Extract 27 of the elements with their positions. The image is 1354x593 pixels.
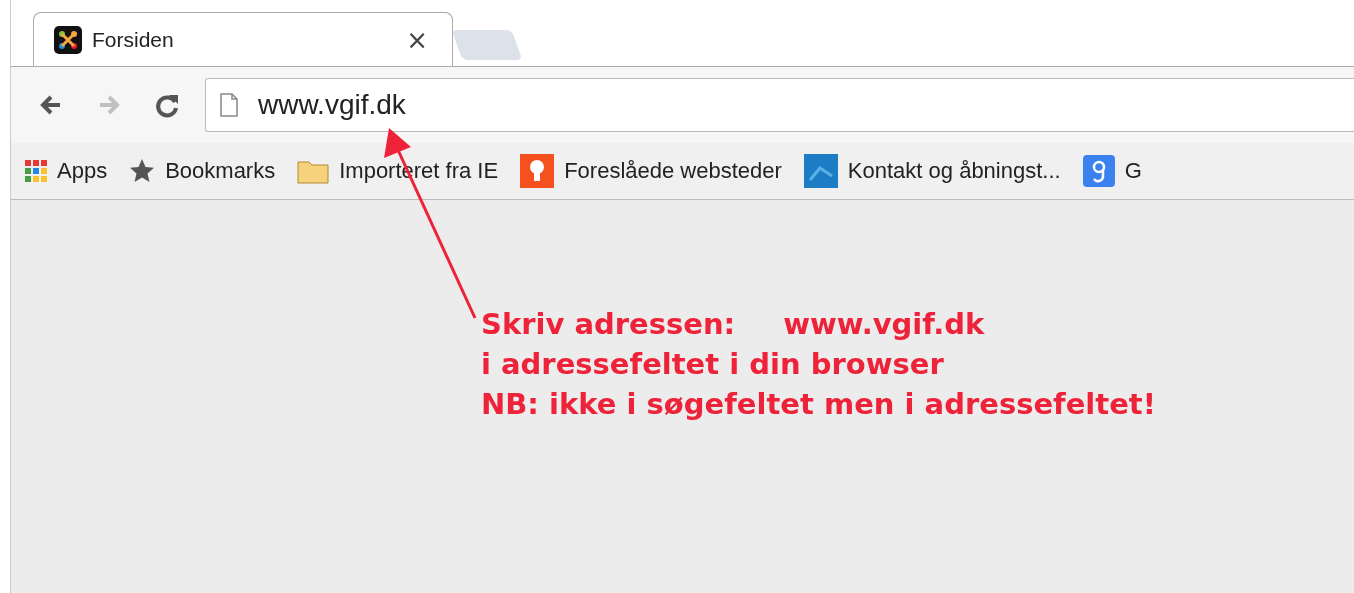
bookmark-label: Bookmarks xyxy=(165,158,276,184)
google-icon xyxy=(1082,155,1115,187)
site-logo-icon xyxy=(54,25,82,54)
annotation-text: Skriv adressen: xyxy=(481,307,736,341)
bookmark-item[interactable]: Foreslåede websteder xyxy=(520,154,782,188)
bookmark-item[interactable]: Kontakt og åbningst... xyxy=(803,154,1061,188)
site-icon xyxy=(803,154,838,188)
bookmark-label: G xyxy=(1124,158,1142,184)
bookmark-item[interactable]: G xyxy=(1082,155,1142,187)
star-icon xyxy=(129,158,156,184)
url-text: www.vgif.dk xyxy=(258,89,406,121)
tab-title: Forsiden xyxy=(92,27,175,52)
bookmark-item[interactable]: Bookmarks xyxy=(129,158,276,184)
bookmark-item[interactable]: Apps xyxy=(25,158,108,184)
browser-tab[interactable]: Forsiden × xyxy=(33,12,453,66)
close-button[interactable]: × xyxy=(404,26,430,53)
bookmark-label: Kontakt og åbningst... xyxy=(847,158,1061,184)
lightbulb-icon xyxy=(520,154,555,188)
apps-icon xyxy=(25,160,47,182)
bookmark-label: Foreslåede websteder xyxy=(564,158,782,184)
annotation-address: www.vgif.dk xyxy=(783,307,985,341)
address-bar[interactable]: www.vgif.dk xyxy=(205,78,1354,132)
bookmark-label: Apps xyxy=(57,158,108,184)
page-icon xyxy=(220,93,238,117)
folder-icon xyxy=(297,158,330,184)
annotation-text: NB: ikke i søgefeltet men i adressefeltet! xyxy=(481,386,1157,423)
annotation-text: i adressefeltet i din browser xyxy=(481,346,945,383)
